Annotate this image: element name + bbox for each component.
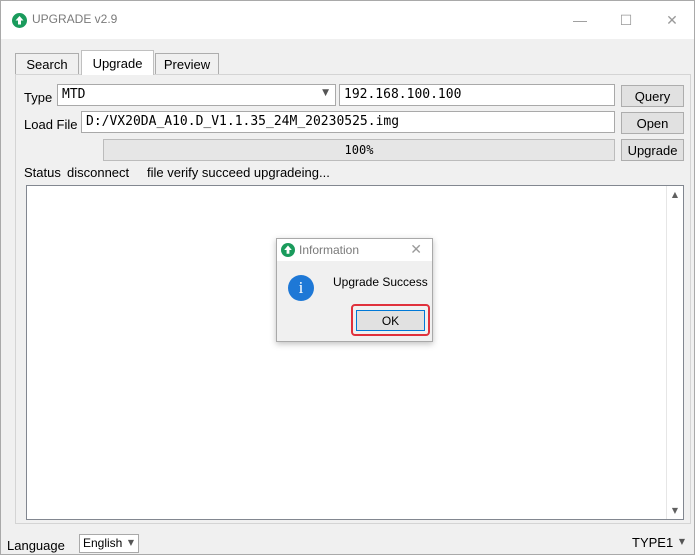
dialog-app-icon (281, 243, 295, 257)
tab-search[interactable]: Search (15, 53, 79, 74)
log-textarea[interactable]: ▲ ▼ (26, 185, 684, 520)
progress-text: 100% (344, 143, 374, 157)
ok-button[interactable]: OK (356, 310, 425, 331)
status-label: Status (24, 165, 61, 180)
language-select[interactable]: English ▼ (79, 534, 139, 553)
scroll-down-icon[interactable]: ▼ (667, 502, 683, 519)
upgrade-window: UPGRADE v2.9 — ☐ ✕ Search Upgrade Previe… (0, 0, 695, 555)
dialog-close-icon[interactable]: ✕ (410, 241, 422, 258)
ip-address-value: 192.168.100.100 (344, 87, 462, 102)
type-select-value: MTD (62, 87, 86, 102)
information-dialog: Information ✕ i Upgrade Success OK (276, 238, 433, 342)
chevron-down-icon: ▼ (678, 537, 685, 546)
type-label: Type (24, 90, 53, 105)
dialog-message: Upgrade Success (333, 275, 428, 289)
app-upload-icon (12, 13, 27, 28)
type-mode-value: TYPE1 (632, 535, 674, 550)
scroll-up-icon[interactable]: ▲ (667, 186, 683, 203)
language-label: Language (7, 538, 65, 553)
status-message: file verify succeed upgradeing... (147, 165, 330, 180)
log-scrollbar[interactable]: ▲ ▼ (666, 186, 683, 519)
connection-status: disconnect (67, 165, 130, 180)
window-title: UPGRADE v2.9 (32, 12, 118, 26)
close-button[interactable]: ✕ (649, 1, 695, 39)
file-path-value: D:/VX20DA_A10.D_V1.1.35_24M_20230525.img (86, 114, 400, 129)
language-select-value: English (83, 536, 123, 550)
tab-preview[interactable]: Preview (155, 53, 219, 74)
upgrade-progress-bar: 100% (103, 139, 615, 161)
maximize-button[interactable]: ☐ (603, 1, 649, 39)
open-button[interactable]: Open (621, 112, 684, 134)
dialog-title-bar: Information ✕ (277, 239, 432, 261)
dialog-title: Information (299, 243, 360, 257)
file-path-input[interactable]: D:/VX20DA_A10.D_V1.1.35_24M_20230525.img (81, 111, 615, 133)
ip-address-input[interactable]: 192.168.100.100 (339, 84, 615, 106)
chevron-down-icon: ▼ (127, 538, 134, 547)
query-button[interactable]: Query (621, 85, 684, 107)
load-file-label: Load File (24, 117, 78, 132)
type-select[interactable]: MTD ▼ (57, 84, 336, 106)
type-mode-select[interactable]: TYPE1 ▼ (628, 533, 690, 552)
tab-upgrade[interactable]: Upgrade (81, 50, 154, 75)
chevron-down-icon: ▼ (322, 88, 329, 98)
minimize-button[interactable]: — (557, 1, 603, 39)
title-bar: UPGRADE v2.9 — ☐ ✕ (1, 1, 694, 39)
upgrade-button[interactable]: Upgrade (621, 139, 684, 161)
info-icon: i (288, 275, 314, 301)
